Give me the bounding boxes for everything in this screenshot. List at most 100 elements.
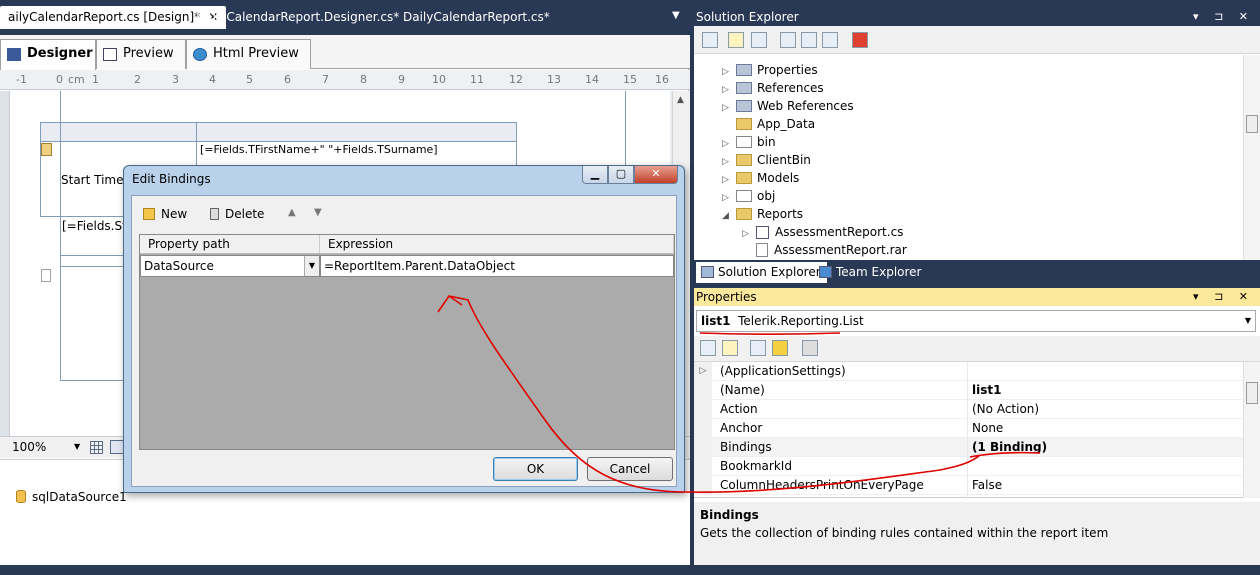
dialog-body: New Delete ▲ ▼ Property path Expression …	[131, 195, 677, 487]
expander-icon[interactable]: ▷	[694, 362, 712, 381]
tree-item[interactable]: ▷ obj	[722, 187, 775, 205]
tree-item[interactable]: ▷ Properties	[722, 61, 818, 79]
ruler-tick: cm	[68, 73, 85, 86]
close-icon[interactable]: ✕	[634, 166, 678, 184]
events-icon[interactable]	[772, 340, 788, 356]
snap-to-grid-icon[interactable]	[110, 440, 124, 454]
property-path-combo[interactable]: DataSource ▼	[140, 255, 320, 277]
alphabetical-icon[interactable]	[722, 340, 738, 356]
edit-bindings-dialog: Edit Bindings ▁ ▢ ✕ New Delete ▲ ▼ Propert…	[123, 165, 685, 493]
tab-list-dropdown-icon[interactable]: ▼	[672, 10, 680, 21]
property-row[interactable]: Anchor None	[694, 419, 1243, 438]
ruler-tick: 0	[56, 73, 63, 86]
property-row[interactable]: ▷ (ApplicationSettings)	[694, 362, 1243, 381]
property-path-value: DataSource	[144, 259, 214, 273]
ruler-tick: 12	[509, 73, 523, 86]
tree-item[interactable]: ▷ ClientBin	[722, 151, 811, 169]
pane-title: Properties	[696, 290, 757, 304]
property-name: Action	[720, 402, 758, 416]
tab-designer[interactable]: Designer	[0, 39, 96, 70]
properties-icon[interactable]	[702, 32, 718, 48]
tab-label: Solution Explorer	[718, 265, 821, 279]
tree-item-label: bin	[757, 135, 776, 149]
ruler-tick: 10	[432, 73, 446, 86]
grid-icon[interactable]	[90, 441, 103, 454]
property-row[interactable]: (Name) list1	[694, 381, 1243, 400]
property-row[interactable]: Bindings (1 Binding)	[694, 438, 1243, 457]
property-value[interactable]: None	[972, 419, 1003, 438]
tab-report-cs[interactable]: DailyCalendarReport.cs*	[395, 6, 558, 29]
property-value[interactable]: (1 Binding)	[972, 438, 1047, 457]
folder-icon	[736, 136, 752, 148]
tree-item-label: AssessmentReport.cs	[775, 225, 904, 239]
properties-view-icon[interactable]	[750, 340, 766, 356]
chevron-down-icon[interactable]: ▼	[1245, 311, 1251, 331]
tab-preview[interactable]: Preview	[96, 39, 186, 69]
tree-item[interactable]: App_Data	[722, 115, 815, 133]
chevron-down-icon[interactable]: ▼	[304, 256, 319, 276]
categorized-icon[interactable]	[700, 340, 716, 356]
move-down-icon[interactable]: ▼	[314, 207, 322, 218]
property-row[interactable]: ColumnHeadersPrintOnEveryPage False	[694, 476, 1243, 495]
start-time-label[interactable]: Start Time	[61, 173, 124, 187]
scroll-thumb[interactable]	[1246, 382, 1258, 404]
ruler-tick: 6	[284, 73, 291, 86]
tab-html-preview[interactable]: Html Preview	[186, 39, 311, 69]
new-binding-button[interactable]: New	[143, 207, 187, 221]
class-diagram-icon[interactable]	[822, 32, 838, 48]
property-grid-scrollbar[interactable]	[1243, 362, 1260, 498]
property-value[interactable]: (No Action)	[972, 400, 1039, 419]
show-all-files-icon[interactable]	[728, 32, 744, 48]
tab-designer-cs[interactable]: DailyCalendarReport.Designer.cs*	[188, 6, 407, 29]
object-selector[interactable]: list1 Telerik.Reporting.List ▼	[696, 310, 1256, 332]
scroll-thumb[interactable]	[1246, 115, 1258, 133]
tab-team-explorer[interactable]: Team Explorer	[814, 262, 928, 283]
bindings-toolbar: New Delete ▲ ▼	[132, 196, 676, 232]
tree-item[interactable]: ▷ Web References	[722, 97, 854, 115]
expression-header[interactable]: Expression	[320, 235, 674, 254]
view-code-icon[interactable]	[780, 32, 796, 48]
expander-icon[interactable]: ◢	[722, 207, 736, 225]
tree-item[interactable]: ▷ AssessmentReport.cs	[742, 223, 903, 241]
property-grid-divider[interactable]	[967, 362, 968, 498]
tree-item[interactable]: ▷ bin	[722, 133, 776, 151]
folder-icon	[736, 100, 752, 112]
chevron-down-icon[interactable]: ▼	[74, 442, 80, 451]
property-value[interactable]: False	[972, 476, 1002, 495]
minimize-icon[interactable]: ▁	[582, 166, 608, 184]
cancel-button[interactable]: Cancel	[587, 457, 673, 481]
folder-icon	[736, 172, 752, 184]
pane-controls[interactable]: ▾ ⊐ ✕	[1193, 288, 1254, 306]
tree-item[interactable]: ◢ Reports	[722, 205, 803, 223]
tree-item[interactable]: ▷ Models	[722, 169, 799, 187]
tree-item[interactable]: ▷ References	[722, 79, 824, 97]
property-row[interactable]: Action (No Action)	[694, 400, 1243, 419]
sqldatasource-component[interactable]: sqlDataSource1	[16, 490, 127, 504]
move-up-icon[interactable]: ▲	[288, 207, 296, 218]
solution-tree-scrollbar[interactable]	[1243, 55, 1260, 260]
tree-item[interactable]: AssessmentReport.rar	[742, 241, 907, 259]
name-field-textbox[interactable]: [=Fields.TFirstName+" "+Fields.TSurname]	[200, 143, 438, 156]
pane-controls[interactable]: ▾ ⊐ ✕	[1193, 8, 1254, 26]
ruler-tick: 9	[398, 73, 405, 86]
ruler-tick: 15	[623, 73, 637, 86]
tab-solution-explorer[interactable]: Solution Explorer	[696, 262, 827, 283]
window-controls: ▁ ▢ ✕	[582, 166, 678, 186]
property-row[interactable]: BookmarkId	[694, 457, 1243, 476]
solution-explorer-header: Solution Explorer ▾ ⊐ ✕	[694, 8, 1260, 26]
nest-related-files-icon[interactable]	[852, 32, 868, 48]
view-designer-icon[interactable]	[801, 32, 817, 48]
property-value[interactable]: list1	[972, 381, 1001, 400]
maximize-icon[interactable]: ▢	[608, 166, 634, 184]
ruler-tick: 4	[209, 73, 216, 86]
property-pages-icon[interactable]	[802, 340, 818, 356]
ok-button[interactable]: OK	[493, 457, 578, 481]
tree-item-label: References	[757, 81, 824, 95]
refresh-icon[interactable]	[751, 32, 767, 48]
property-name: (Name)	[720, 383, 765, 397]
scroll-up-icon[interactable]: ▲	[677, 95, 684, 105]
property-path-header[interactable]: Property path	[140, 235, 320, 254]
expression-input[interactable]: =ReportItem.Parent.DataObject	[320, 255, 674, 277]
delete-binding-button[interactable]: Delete	[210, 207, 264, 221]
zoom-select[interactable]: 100%	[12, 440, 46, 454]
